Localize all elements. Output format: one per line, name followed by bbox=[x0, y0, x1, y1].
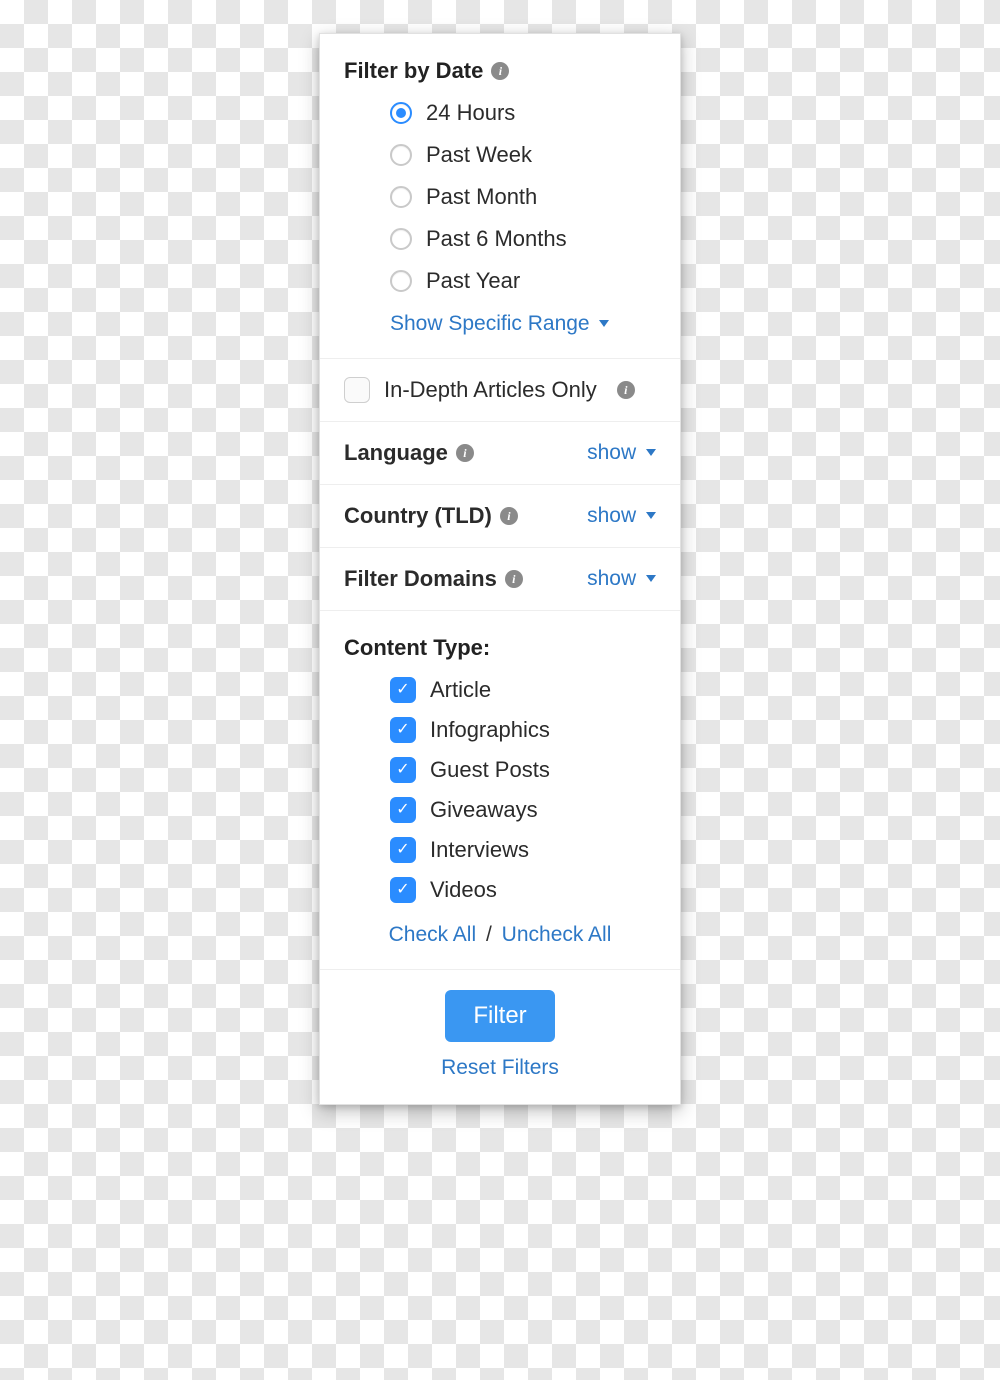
date-option-label: 24 Hours bbox=[426, 100, 515, 126]
date-options: 24 Hours Past Week Past Month Past 6 Mon… bbox=[344, 100, 656, 294]
language-show-label: show bbox=[587, 441, 636, 464]
country-label: Country (TLD) bbox=[344, 503, 492, 529]
content-type-option-label: Article bbox=[430, 677, 491, 703]
content-type-option-infographics[interactable]: ✓ Infographics bbox=[390, 717, 656, 743]
radio-icon bbox=[390, 144, 412, 166]
filter-by-date-label: Filter by Date bbox=[344, 58, 483, 84]
radio-icon bbox=[390, 186, 412, 208]
content-type-option-videos[interactable]: ✓ Videos bbox=[390, 877, 656, 903]
date-option-past-month[interactable]: Past Month bbox=[390, 184, 656, 210]
date-option-label: Past 6 Months bbox=[426, 226, 567, 252]
checkbox-icon: ✓ bbox=[390, 757, 416, 783]
in-depth-checkbox-row[interactable]: ✓ In-Depth Articles Only i bbox=[344, 377, 656, 403]
content-type-title: Content Type: bbox=[344, 635, 656, 661]
content-type-options: ✓ Article ✓ Infographics ✓ Guest Posts ✓… bbox=[344, 677, 656, 903]
content-type-option-giveaways[interactable]: ✓ Giveaways bbox=[390, 797, 656, 823]
caret-down-icon bbox=[599, 320, 609, 327]
language-show-link[interactable]: show bbox=[587, 441, 656, 465]
country-section: Country (TLD) i show bbox=[320, 484, 680, 547]
checkbox-icon: ✓ bbox=[390, 877, 416, 903]
divider: / bbox=[486, 923, 492, 946]
content-type-option-article[interactable]: ✓ Article bbox=[390, 677, 656, 703]
country-show-label: show bbox=[587, 504, 636, 527]
language-label: Language bbox=[344, 440, 448, 466]
content-type-option-label: Guest Posts bbox=[430, 757, 550, 783]
content-type-actions: Check All / Uncheck All bbox=[344, 923, 656, 947]
date-option-label: Past Month bbox=[426, 184, 537, 210]
info-icon[interactable]: i bbox=[617, 381, 635, 399]
content-type-option-label: Videos bbox=[430, 877, 497, 903]
content-type-option-label: Interviews bbox=[430, 837, 529, 863]
filter-by-date-section: Filter by Date i 24 Hours Past Week Past… bbox=[320, 34, 680, 358]
radio-icon bbox=[390, 102, 412, 124]
checkbox-icon: ✓ bbox=[390, 677, 416, 703]
info-icon[interactable]: i bbox=[491, 62, 509, 80]
info-icon[interactable]: i bbox=[500, 507, 518, 525]
content-type-label: Content Type: bbox=[344, 635, 490, 661]
content-type-section: Content Type: ✓ Article ✓ Infographics ✓… bbox=[320, 610, 680, 969]
filter-by-date-title: Filter by Date i bbox=[344, 58, 656, 84]
filter-domains-section: Filter Domains i show bbox=[320, 547, 680, 610]
content-type-option-interviews[interactable]: ✓ Interviews bbox=[390, 837, 656, 863]
filter-domains-label: Filter Domains bbox=[344, 566, 497, 592]
language-section: Language i show bbox=[320, 421, 680, 484]
content-type-option-label: Giveaways bbox=[430, 797, 538, 823]
info-icon[interactable]: i bbox=[505, 570, 523, 588]
date-option-label: Past Week bbox=[426, 142, 532, 168]
show-specific-range-label: Show Specific Range bbox=[390, 312, 590, 335]
caret-down-icon bbox=[646, 449, 656, 456]
checkbox-icon: ✓ bbox=[390, 797, 416, 823]
info-icon[interactable]: i bbox=[456, 444, 474, 462]
date-option-24-hours[interactable]: 24 Hours bbox=[390, 100, 656, 126]
filter-button[interactable]: Filter bbox=[445, 990, 554, 1042]
filter-panel: Filter by Date i 24 Hours Past Week Past… bbox=[319, 33, 681, 1105]
date-option-past-week[interactable]: Past Week bbox=[390, 142, 656, 168]
date-option-label: Past Year bbox=[426, 268, 520, 294]
date-option-past-year[interactable]: Past Year bbox=[390, 268, 656, 294]
checkbox-icon: ✓ bbox=[390, 837, 416, 863]
checkbox-icon: ✓ bbox=[390, 717, 416, 743]
filter-domains-show-link[interactable]: show bbox=[587, 567, 656, 591]
footer: Filter Reset Filters bbox=[320, 969, 680, 1104]
country-title: Country (TLD) i bbox=[344, 503, 518, 529]
radio-icon bbox=[390, 270, 412, 292]
filter-domains-show-label: show bbox=[587, 567, 636, 590]
caret-down-icon bbox=[646, 512, 656, 519]
check-all-link[interactable]: Check All bbox=[389, 923, 477, 946]
checkbox-icon: ✓ bbox=[344, 377, 370, 403]
date-option-past-6-months[interactable]: Past 6 Months bbox=[390, 226, 656, 252]
reset-filters-link[interactable]: Reset Filters bbox=[441, 1056, 559, 1079]
content-type-option-guest-posts[interactable]: ✓ Guest Posts bbox=[390, 757, 656, 783]
in-depth-label: In-Depth Articles Only bbox=[384, 377, 597, 403]
filter-domains-title: Filter Domains i bbox=[344, 566, 523, 592]
uncheck-all-link[interactable]: Uncheck All bbox=[502, 923, 612, 946]
show-specific-range-link[interactable]: Show Specific Range bbox=[390, 312, 609, 335]
radio-icon bbox=[390, 228, 412, 250]
language-title: Language i bbox=[344, 440, 474, 466]
country-show-link[interactable]: show bbox=[587, 504, 656, 528]
caret-down-icon bbox=[646, 575, 656, 582]
content-type-option-label: Infographics bbox=[430, 717, 550, 743]
in-depth-section: ✓ In-Depth Articles Only i bbox=[320, 358, 680, 421]
